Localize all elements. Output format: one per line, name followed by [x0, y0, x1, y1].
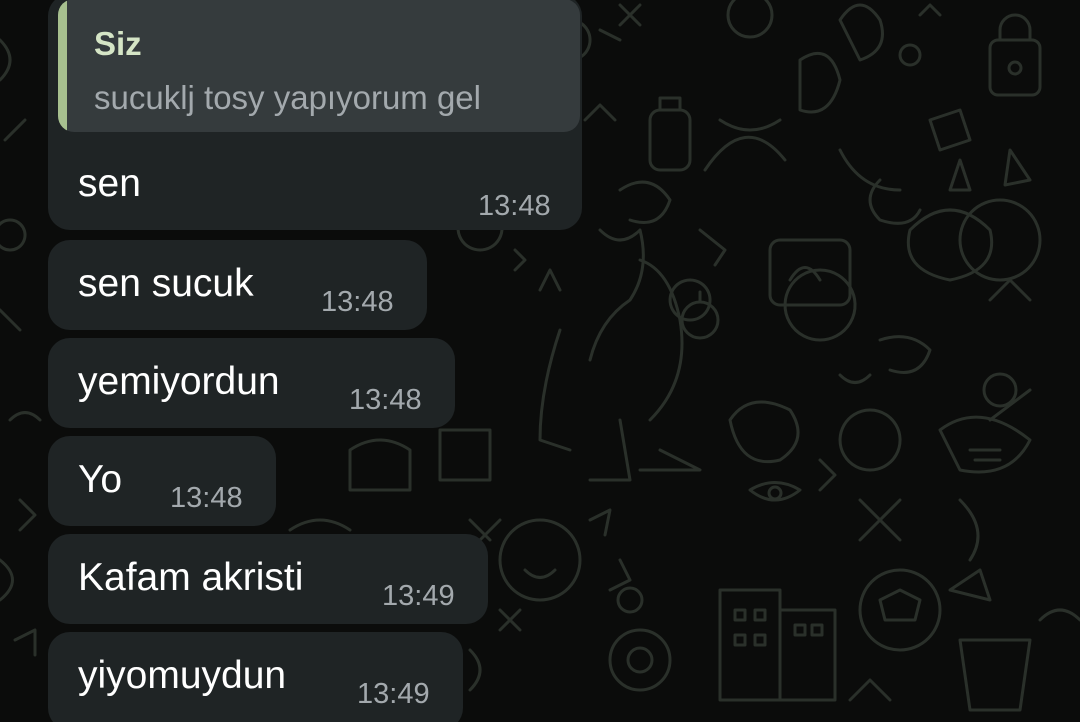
message-text: yemiyordun — [78, 360, 280, 403]
quoted-author: Siz — [94, 25, 142, 62]
quoted-reply[interactable]: Siz sucuklj tosy yapıyorum gel — [58, 0, 580, 132]
message-text: Yo — [78, 458, 123, 501]
message-timestamp: 13:49 — [357, 678, 430, 710]
message-bubble[interactable]: yemiyordun 13:48 — [48, 338, 455, 428]
message-timestamp: 13:48 — [321, 286, 394, 318]
message-text: yiyomuydun — [78, 654, 287, 697]
message-timestamp: 13:48 — [478, 190, 551, 222]
message-bubble[interactable]: yiyomuydun 13:49 — [48, 632, 463, 722]
message-bubble[interactable]: Kafam akristi 13:49 — [48, 534, 488, 624]
message-text: Kafam akristi — [78, 556, 304, 599]
chat-conversation[interactable]: Siz sucuklj tosy yapıyorum gel sen 13:48… — [0, 0, 1080, 722]
message-timestamp: 13:49 — [382, 580, 455, 612]
quoted-text: sucuklj tosy yapıyorum gel — [94, 79, 481, 116]
message-bubble[interactable]: Yo 13:48 — [48, 436, 276, 526]
quote-accent-bar — [58, 0, 67, 132]
message-bubble[interactable]: sen sucuk 13:48 — [48, 240, 427, 330]
message-timestamp: 13:48 — [170, 482, 243, 514]
message-text: sen — [78, 162, 141, 205]
message-bubble[interactable]: Siz sucuklj tosy yapıyorum gel sen 13:48 — [48, 0, 582, 230]
message-text: sen sucuk — [78, 262, 254, 305]
message-timestamp: 13:48 — [349, 384, 422, 416]
